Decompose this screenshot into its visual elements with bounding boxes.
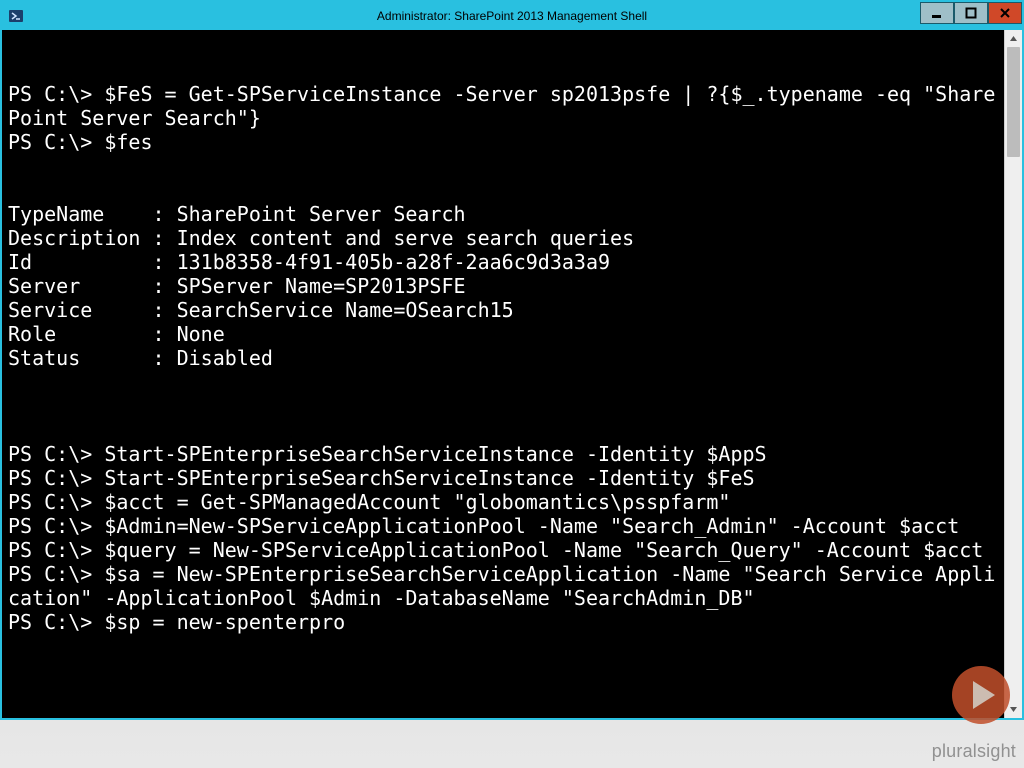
- branding-watermark: pluralsight: [932, 741, 1016, 762]
- window-controls: [920, 2, 1022, 24]
- branding-text: pluralsight: [932, 741, 1016, 762]
- play-triangle-icon: [973, 681, 995, 709]
- scroll-up-button[interactable]: [1005, 30, 1022, 47]
- window-title: Administrator: SharePoint 2013 Managemen…: [2, 9, 1022, 23]
- powershell-icon: [8, 8, 24, 24]
- titlebar[interactable]: Administrator: SharePoint 2013 Managemen…: [2, 2, 1022, 30]
- minimize-button[interactable]: [920, 2, 954, 24]
- vertical-scrollbar[interactable]: [1004, 30, 1022, 718]
- powershell-window: Administrator: SharePoint 2013 Managemen…: [0, 0, 1024, 720]
- maximize-button[interactable]: [954, 2, 988, 24]
- close-button[interactable]: [988, 2, 1022, 24]
- desktop: Administrator: SharePoint 2013 Managemen…: [0, 0, 1024, 768]
- client-area: PS C:\> $FeS = Get-SPServiceInstance -Se…: [2, 30, 1022, 718]
- scroll-track[interactable]: [1005, 47, 1022, 701]
- console-output[interactable]: PS C:\> $FeS = Get-SPServiceInstance -Se…: [2, 30, 1004, 718]
- play-icon[interactable]: [952, 666, 1010, 724]
- scroll-thumb[interactable]: [1007, 47, 1020, 157]
